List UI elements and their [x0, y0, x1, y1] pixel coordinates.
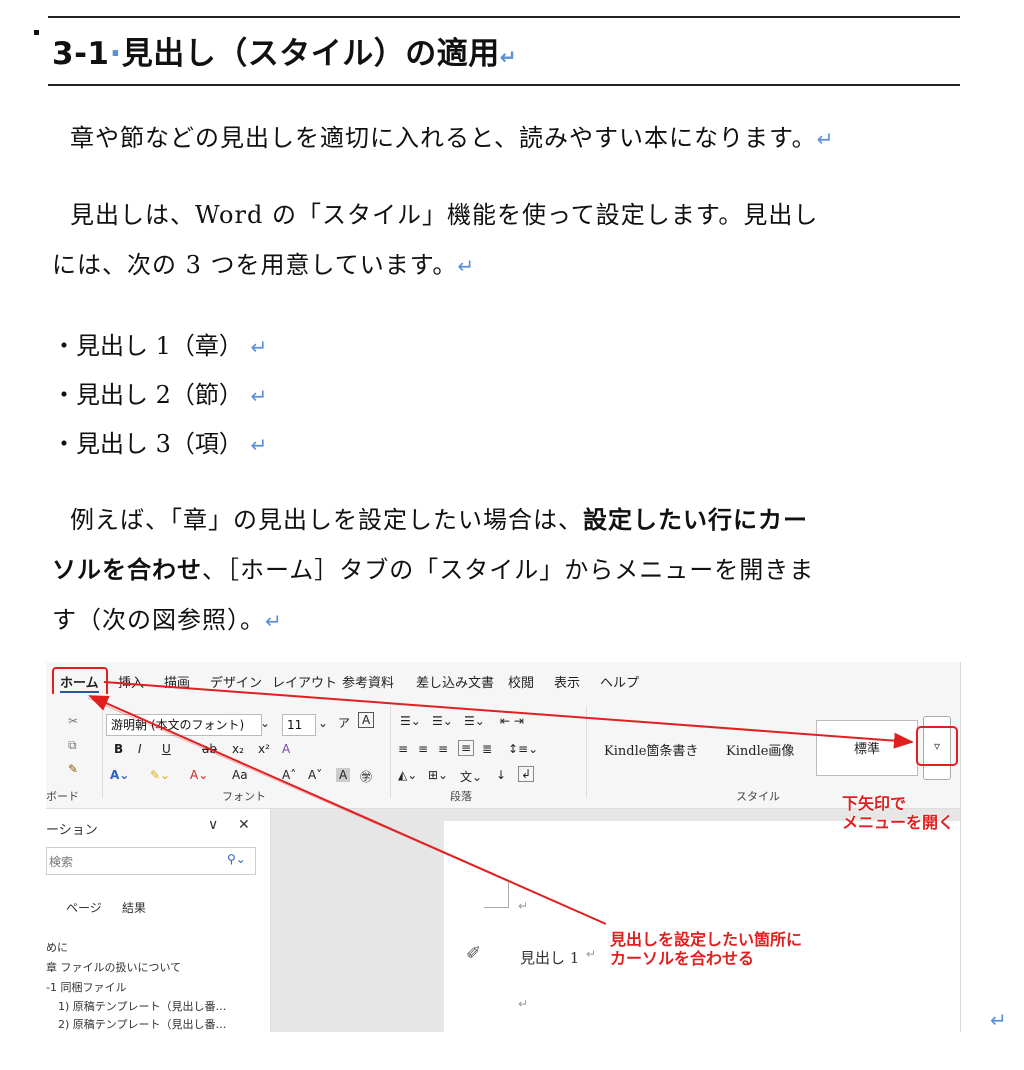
return-mark: ↵ [250, 433, 268, 457]
return-mark: ↵ [499, 45, 518, 69]
paragraph-2-line-2-text: には、次の 3 つを用意しています。 [52, 251, 458, 279]
list-item: ・見出し 1（章） ↵ [52, 322, 267, 371]
return-mark: ↵ [990, 1008, 1007, 1032]
annotation-arrows [87, 681, 914, 925]
paragraph-2: 見出しは、Word の「スタイル」機能を使って設定します。見出し には、次の 3… [52, 190, 964, 291]
heading-bottom-rule [48, 84, 960, 86]
return-mark: ↵ [457, 254, 476, 278]
word-screenshot: ホーム 挿入 描画 デザイン レイアウト 参考資料 差し込み文書 校閲 表示 ヘ… [46, 662, 961, 1032]
heading-top-rule [48, 16, 960, 18]
return-mark: ↵ [250, 384, 268, 408]
paragraph-3-bold: ソルを合わせ [52, 555, 202, 584]
paragraph-1-text: 章や節などの見出しを適切に入れると、読みやすい本になります。 [70, 124, 817, 152]
paragraph-2-line-2: には、次の 3 つを用意しています。↵ [52, 240, 964, 291]
return-mark: ↵ [816, 127, 835, 151]
paragraph-3-line-1: 例えば、「章」の見出しを設定したい場合は、設定したい行にカー [52, 495, 964, 545]
paragraph-3: 例えば、「章」の見出しを設定したい場合は、設定したい行にカー ソルを合わせ、［ホ… [52, 495, 964, 646]
paragraph-3-text: す（次の図参照）。 [52, 606, 265, 634]
paragraph-3-line-2: ソルを合わせ、［ホーム］タブの「スタイル」からメニューを開きま [52, 545, 964, 595]
heading-title: 見出し（スタイル）の適用 [121, 36, 500, 72]
heading-marker [34, 30, 39, 35]
list-item: ・見出し 3（項） ↵ [52, 420, 267, 469]
paragraph-3-bold: 設定したい行にカー [583, 505, 808, 534]
heading-dot: · [109, 36, 122, 72]
list-item: ・見出し 2（節） ↵ [52, 371, 267, 420]
paragraph-3-line-3: す（次の図参照）。↵ [52, 595, 964, 646]
dropdown-callout-line-2: メニューを開く [842, 813, 955, 832]
dropdown-callout-line-1: 下矢印で [842, 794, 907, 813]
list-item-text: ・見出し 1（章） [52, 332, 243, 360]
arrow-shadow [87, 697, 607, 925]
return-mark: ↵ [265, 609, 283, 633]
heading-number: 3-1 [52, 36, 110, 72]
paragraph-3-text: 例えば、「章」の見出しを設定したい場合は、 [70, 506, 583, 534]
list-item-text: ・見出し 2（節） [52, 381, 243, 409]
dropdown-callout: 下矢印で メニューを開く [842, 794, 954, 832]
list-item-text: ・見出し 3（項） [52, 430, 243, 458]
heading-list: ・見出し 1（章） ↵ ・見出し 2（節） ↵ ・見出し 3（項） ↵ [52, 322, 267, 469]
section-heading: 3-1·見出し（スタイル）の適用↵ [52, 28, 517, 73]
cursor-callout-line-2: カーソルを合わせる [610, 949, 755, 968]
paragraph-3-text: 、［ホーム］タブの「スタイル」からメニューを開きま [202, 556, 815, 584]
cursor-callout-line-1: 見出しを設定したい箇所に [610, 930, 803, 949]
paragraph-2-line-1: 見出しは、Word の「スタイル」機能を使って設定します。見出し [70, 201, 819, 229]
return-mark: ↵ [250, 335, 268, 359]
cursor-callout: 見出しを設定したい箇所に カーソルを合わせる [610, 930, 802, 968]
paragraph-1: 章や節などの見出しを適切に入れると、読みやすい本になります。↵ [52, 113, 982, 164]
arrow-to-dropdown [103, 681, 914, 749]
